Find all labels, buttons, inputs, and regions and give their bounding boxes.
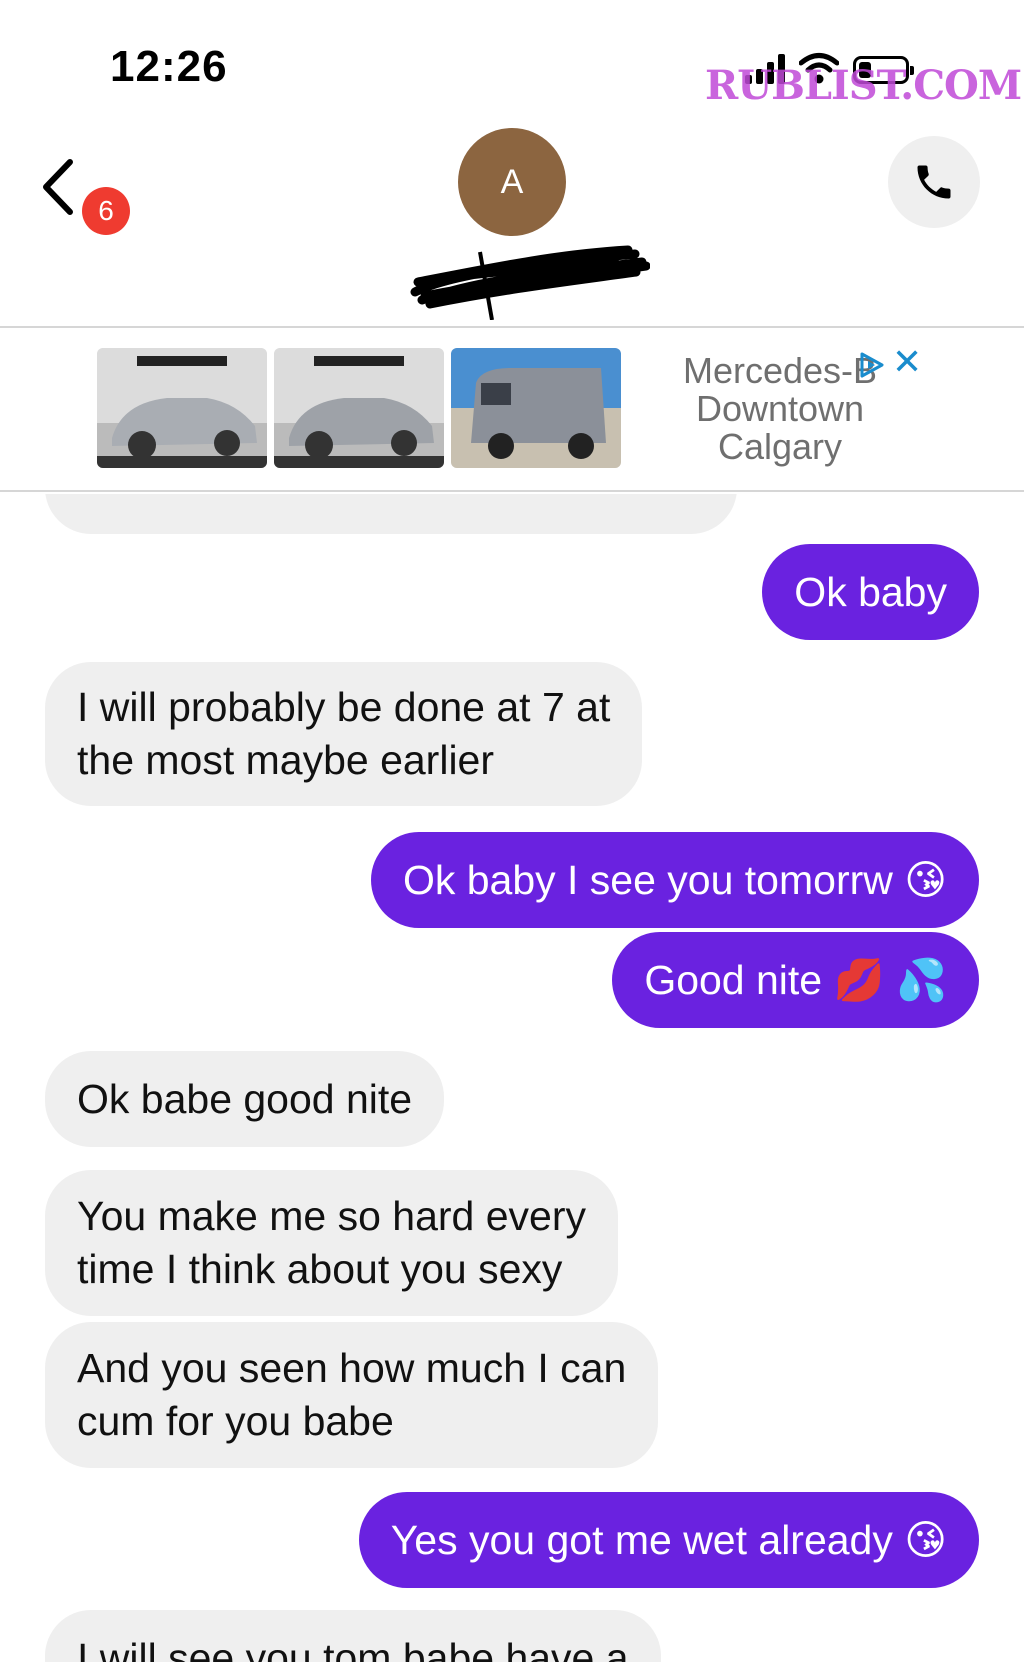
message-bubble-outgoing[interactable]: Good nite 💋 💦 — [612, 932, 979, 1028]
message-bubble-outgoing[interactable]: Ok baby — [762, 544, 979, 640]
adchoices-icon[interactable] — [856, 350, 886, 380]
chevron-left-icon — [43, 159, 73, 215]
message-bubble-incoming[interactable]: Ok babe good nite — [45, 1051, 445, 1147]
unread-count-badge: 6 — [82, 187, 130, 235]
redaction-scribble — [410, 245, 650, 320]
message-bubble-incoming[interactable] — [45, 494, 737, 534]
message-bubble-incoming[interactable]: I will see you tom babe have a — [45, 1610, 661, 1662]
message-bubble-outgoing[interactable]: Ok baby I see you tomorrw 😘 — [370, 832, 979, 928]
message-bubble-incoming[interactable]: You make me so hard every time I think a… — [45, 1170, 618, 1316]
message-bubble-outgoing[interactable]: Yes you got me wet already 😘 — [358, 1492, 979, 1588]
phone-icon — [917, 165, 951, 199]
conversation-header: 6 A — [0, 120, 1024, 328]
ad-image-sedan-1[interactable] — [97, 348, 267, 468]
message-thread[interactable]: Ok baby I will probably be done at 7 at … — [0, 494, 1024, 1662]
message-bubble-incoming[interactable]: I will probably be done at 7 at the most… — [45, 662, 643, 806]
call-button[interactable] — [888, 136, 980, 228]
ad-image-van[interactable] — [451, 348, 621, 468]
ad-image-sedan-2[interactable] — [274, 348, 444, 468]
message-bubble-incoming[interactable]: And you seen how much I can cum for you … — [45, 1322, 659, 1468]
back-button[interactable]: 6 — [38, 152, 138, 235]
sponsored-ad-banner[interactable]: Mercedes-B Downtown Calgary ✕ — [0, 330, 1024, 492]
ad-close-button[interactable]: ✕ — [892, 344, 922, 380]
status-time: 12:26 — [110, 42, 228, 91]
watermark-logo: RUBLIST.COM — [705, 62, 1022, 109]
status-bar: 12:26 RUBLIST.COM — [0, 0, 1024, 120]
